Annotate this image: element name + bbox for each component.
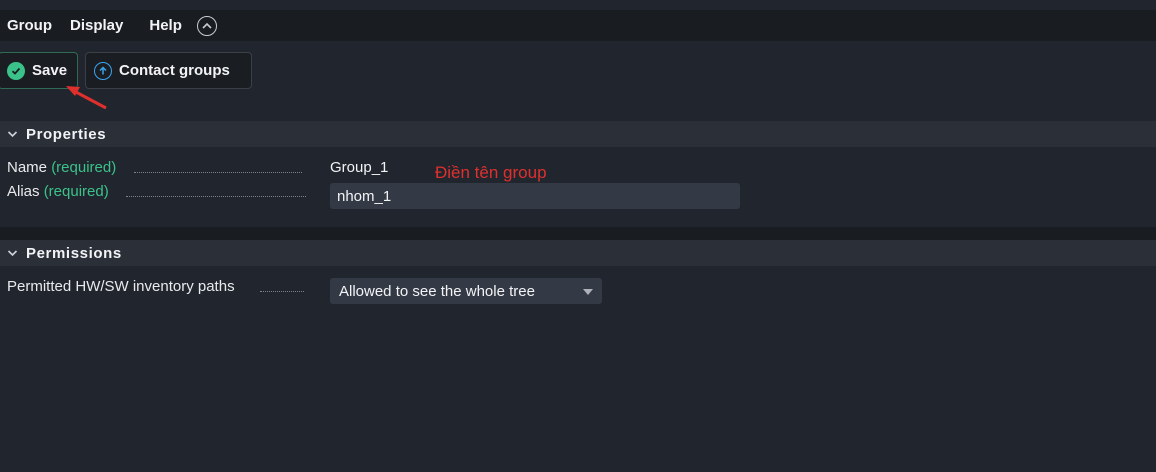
name-value: Group_1 — [330, 159, 389, 176]
properties-title: Properties — [26, 125, 107, 143]
menu-group[interactable]: Group — [7, 17, 52, 34]
alias-label: Alias — [7, 183, 40, 200]
chevron-down-icon — [7, 244, 18, 262]
arrow-up-circle-icon — [94, 61, 112, 80]
inventory-selected-value: Allowed to see the whole tree — [339, 282, 535, 300]
dropdown-caret-icon — [583, 289, 593, 295]
save-button-label: Save — [32, 62, 68, 79]
toolbar: Save Contact groups — [0, 41, 1156, 121]
chevron-up-circle-icon[interactable] — [196, 15, 217, 36]
name-annotation: Điền tên group — [435, 163, 547, 182]
name-required: (required) — [51, 159, 117, 176]
menu-help[interactable]: Help — [149, 17, 182, 34]
inventory-select[interactable]: Allowed to see the whole tree — [330, 278, 602, 304]
alias-legend: Alias (required) — [7, 183, 109, 200]
alias-input[interactable]: nhom_1 — [330, 183, 740, 209]
alias-dots — [126, 195, 306, 197]
contact-groups-button-label: Contact groups — [119, 62, 230, 79]
contact-groups-button[interactable]: Contact groups — [85, 52, 252, 89]
top-strip — [0, 0, 1156, 10]
permissions-body: Permitted HW/SW inventory paths Allowed … — [0, 266, 1156, 322]
permissions-section-header[interactable]: Permissions — [0, 240, 1156, 266]
menubar: Group Display Help — [0, 10, 1156, 41]
name-legend: Name (required) — [7, 159, 116, 176]
name-row: Name (required) Group_1 Điền tên group — [0, 159, 1156, 182]
red-arrow-annotation — [66, 86, 107, 110]
properties-body: Name (required) Group_1 Điền tên group A… — [0, 147, 1156, 227]
inventory-dots — [260, 290, 304, 292]
section-divider — [0, 227, 1156, 240]
menu-display[interactable]: Display — [70, 17, 123, 34]
check-circle-icon — [7, 61, 25, 80]
alias-required: (required) — [43, 183, 109, 200]
properties-section-header[interactable]: Properties — [0, 121, 1156, 147]
empty-area — [0, 322, 1156, 472]
name-label: Name — [7, 159, 48, 176]
permissions-title: Permissions — [26, 244, 122, 262]
chevron-down-icon — [7, 125, 18, 143]
name-dots — [134, 171, 302, 173]
inventory-label: Permitted HW/SW inventory paths — [7, 278, 235, 295]
